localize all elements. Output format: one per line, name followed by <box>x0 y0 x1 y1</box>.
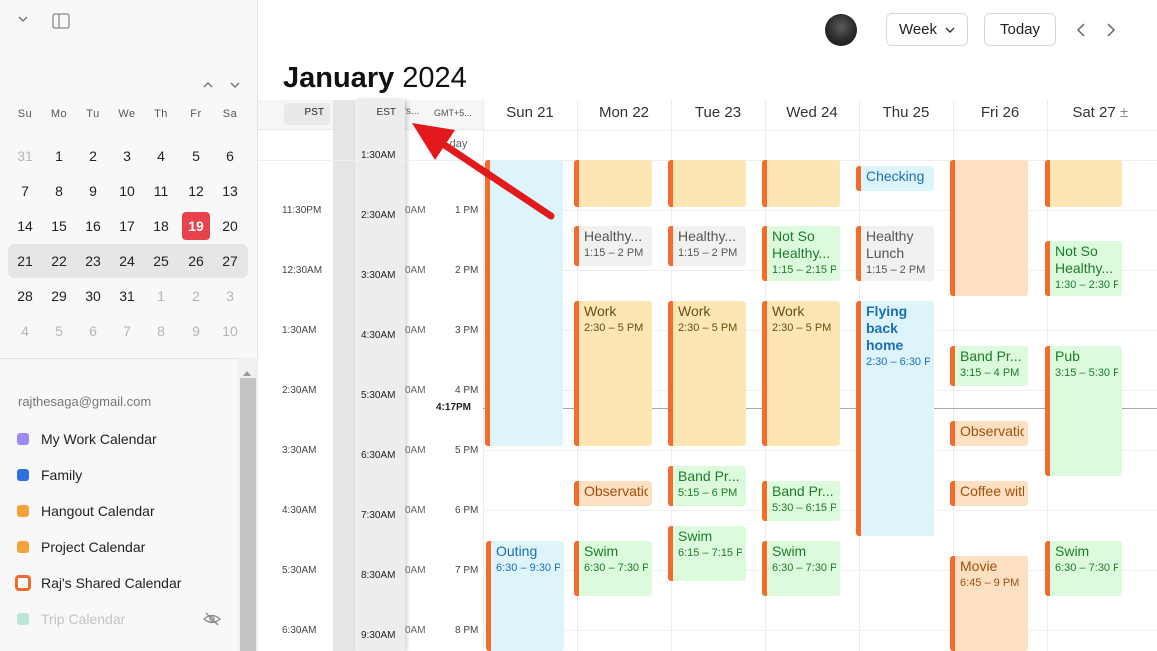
annotation-arrow <box>412 123 555 220</box>
